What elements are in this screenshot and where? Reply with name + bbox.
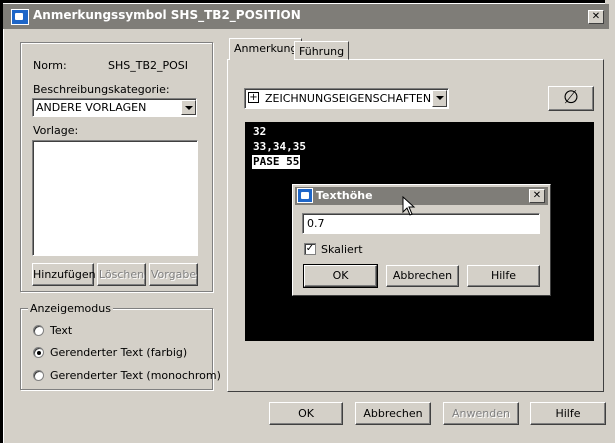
subdialog-help-button[interactable]: Hilfe <box>467 265 540 287</box>
norm-value: SHS_TB2_POSI <box>108 59 189 72</box>
scaled-label[interactable]: Skaliert <box>321 243 363 256</box>
tab-annotation[interactable]: Anmerkung <box>229 38 303 60</box>
window-title: Anmerkungssymbol SHS_TB2_POSITION <box>33 8 301 22</box>
preview-line-2: 33,34,35 <box>253 140 306 153</box>
radio-rendered-color[interactable] <box>33 347 44 358</box>
radio-rendered-mono-label[interactable]: Gerenderter Text (monochrom) <box>50 369 221 382</box>
text-height-input[interactable]: 0.7 <box>302 213 540 234</box>
category-label: Beschreibungskategorie: <box>33 83 170 96</box>
mouse-cursor-icon <box>402 196 416 216</box>
preview-line-1: 32 <box>253 125 267 138</box>
properties-select-value: ZEICHNUNGSEIGENSCHAFTEN <box>265 92 432 105</box>
text-height-title: Texthöhe <box>316 189 373 202</box>
radio-rendered-mono[interactable] <box>33 370 44 381</box>
close-button[interactable]: ✕ <box>588 10 604 24</box>
display-mode-legend: Anzeigemodus <box>28 302 113 315</box>
tab-leader[interactable]: Führung <box>294 41 350 60</box>
category-select-value: ANDERE VORLAGEN <box>36 101 147 114</box>
add-button[interactable]: Hinzufügen <box>32 263 96 286</box>
radio-text[interactable] <box>33 325 44 336</box>
subdialog-close-button[interactable]: ✕ <box>529 189 545 203</box>
chevron-down-icon[interactable] <box>432 90 447 107</box>
delete-button[interactable]: Löschen <box>97 263 146 286</box>
norm-label: Norm: <box>33 59 67 72</box>
expand-icon[interactable]: + <box>248 92 259 103</box>
subdialog-cancel-button[interactable]: Abbrechen <box>386 265 459 287</box>
app-icon <box>11 9 29 25</box>
template-label: Vorlage: <box>33 124 79 137</box>
subdialog-app-icon <box>297 188 313 203</box>
ok-button[interactable]: OK <box>269 402 343 425</box>
default-button[interactable]: Vorgabe <box>149 263 198 286</box>
template-listbox[interactable] <box>32 140 198 256</box>
radio-text-label[interactable]: Text <box>50 324 72 337</box>
apply-button[interactable]: Anwenden <box>443 402 519 425</box>
category-select[interactable]: ANDERE VORLAGEN <box>32 98 197 117</box>
scaled-checkbox[interactable]: ✓ <box>304 243 316 255</box>
help-button[interactable]: Hilfe <box>530 402 606 425</box>
text-height-input-value: 0.7 <box>307 217 325 230</box>
properties-select[interactable]: + ZEICHNUNGSEIGENSCHAFTEN <box>244 88 449 109</box>
window-edge <box>605 0 615 443</box>
chevron-down-icon[interactable] <box>181 100 196 115</box>
cancel-button[interactable]: Abbrechen <box>355 402 431 425</box>
diameter-symbol-button[interactable]: ∅ <box>548 86 594 111</box>
subdialog-ok-button[interactable]: OK <box>303 264 378 288</box>
preview-line-3-selected: PASE 55 <box>252 155 301 169</box>
radio-rendered-color-label[interactable]: Gerenderter Text (farbig) <box>50 346 187 359</box>
